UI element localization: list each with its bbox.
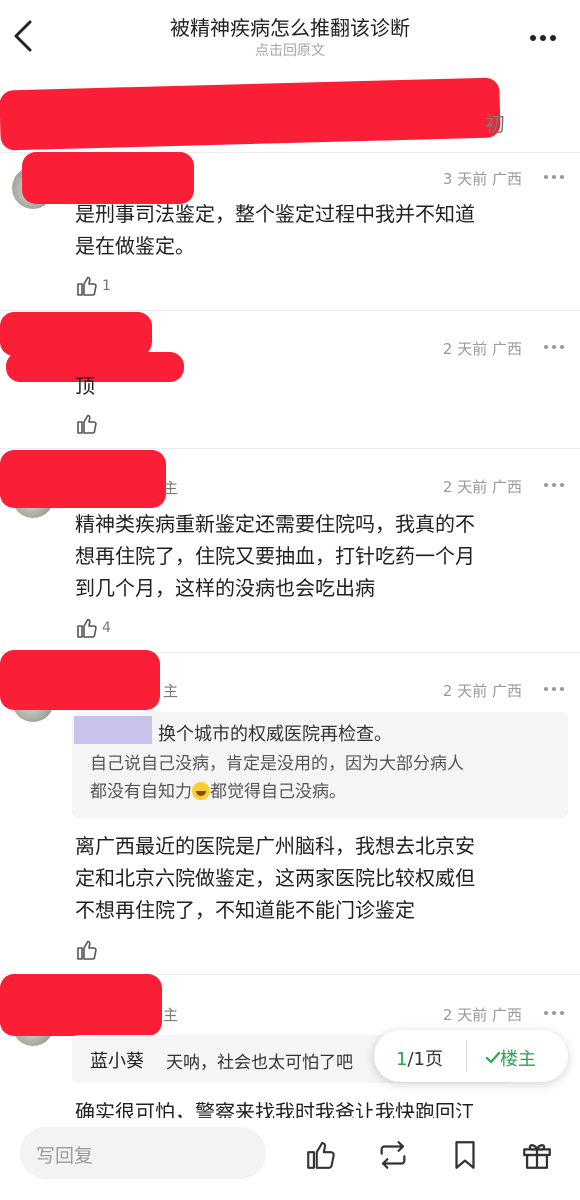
author-tag: 主 xyxy=(163,682,179,700)
check-icon xyxy=(485,1051,501,1064)
author-tag: 主 xyxy=(163,479,179,497)
comment-time-location: 2 天前 广西 xyxy=(442,682,522,700)
page-title: 被精神疾病怎么推翻该诊断 xyxy=(170,16,410,40)
like-button[interactable]: 4 xyxy=(75,616,111,640)
divider xyxy=(466,1040,467,1072)
comment-text: 离广西最近的医院是广州脑科，我想去北京安 定和北京六院做鉴定，这两家医院比较权威… xyxy=(75,834,475,922)
page-indicator[interactable]: 1/1页 xyxy=(396,1045,443,1071)
thumbs-up-icon[interactable] xyxy=(304,1138,338,1172)
thumbs-up-icon xyxy=(77,940,97,960)
quote-author: 蓝小葵 xyxy=(90,1051,144,1072)
redacted-username xyxy=(0,450,166,508)
quoted-reply[interactable]: 换个城市的权威医院再检查。 自己说自己没病，肯定是没用的，因为大部分病人 都没有… xyxy=(72,712,568,818)
gift-icon[interactable] xyxy=(520,1138,554,1172)
like-count: 1 xyxy=(102,278,111,294)
thumbs-up-icon xyxy=(77,414,97,434)
author-tag: 主 xyxy=(163,1006,179,1024)
comment-more-icon[interactable] xyxy=(544,345,568,351)
comment-text: 是刑事司法鉴定，整个鉴定过程中我并不知道 是在做鉴定。 xyxy=(75,202,475,258)
reply-placeholder: 写回复 xyxy=(36,1145,94,1167)
comment-more-icon[interactable] xyxy=(544,483,568,489)
redacted-block xyxy=(0,77,501,151)
comment-more-icon[interactable] xyxy=(544,687,568,693)
quote-body: 自己说自己没病，肯定是没用的，因为大部分病人 都没有自知力 都觉得自己没病。 xyxy=(90,754,464,802)
bottom-bar: 写回复 xyxy=(0,1118,580,1200)
page-navigator: 1/1页 楼主 xyxy=(374,1030,568,1082)
bookmark-icon[interactable] xyxy=(448,1138,482,1172)
like-button[interactable] xyxy=(75,412,99,436)
reply-input[interactable]: 写回复 xyxy=(20,1127,266,1179)
thumbs-up-icon xyxy=(77,618,97,638)
back-to-original-link[interactable]: 点击回原文 xyxy=(0,40,580,60)
comment-time-location: 2 天前 广西 xyxy=(442,1006,522,1024)
partial-heading-char: 初 xyxy=(485,112,505,136)
laugh-cry-emoji-icon xyxy=(192,782,210,800)
comment-more-icon[interactable] xyxy=(544,1011,568,1017)
quote-text: 天呐，社会也太可怕了吧 xyxy=(166,1053,353,1073)
redacted-username xyxy=(0,312,152,356)
divider xyxy=(0,310,580,311)
comment-time-location: 3 天前 广西 xyxy=(442,170,522,188)
thumbs-up-icon xyxy=(77,276,97,296)
redacted-quote-author xyxy=(74,716,152,744)
only-op-toggle[interactable]: 楼主 xyxy=(485,1045,536,1071)
comment-time-location: 2 天前 广西 xyxy=(442,340,522,358)
comment-text: 精神类疾病重新鉴定还需要住院吗，我真的不 想再住院了，住院又要抽血，打针吃药一个… xyxy=(75,512,475,600)
repost-icon[interactable] xyxy=(376,1138,410,1172)
like-button[interactable] xyxy=(75,938,99,962)
like-button[interactable]: 1 xyxy=(75,274,111,298)
comment-more-icon[interactable] xyxy=(544,175,568,181)
top-bar: 被精神疾病怎么推翻该诊断 点击回原文 xyxy=(0,0,580,70)
redacted-username xyxy=(22,152,194,204)
divider xyxy=(0,448,580,449)
redacted-username xyxy=(0,650,160,710)
quote-first-line: 换个城市的权威医院再检查。 xyxy=(158,724,392,745)
like-count: 4 xyxy=(102,620,111,636)
more-options-icon[interactable] xyxy=(530,26,564,42)
comment-text: 顶 xyxy=(75,374,95,398)
comment-time-location: 2 天前 广西 xyxy=(442,478,522,496)
redacted-username xyxy=(0,974,162,1036)
